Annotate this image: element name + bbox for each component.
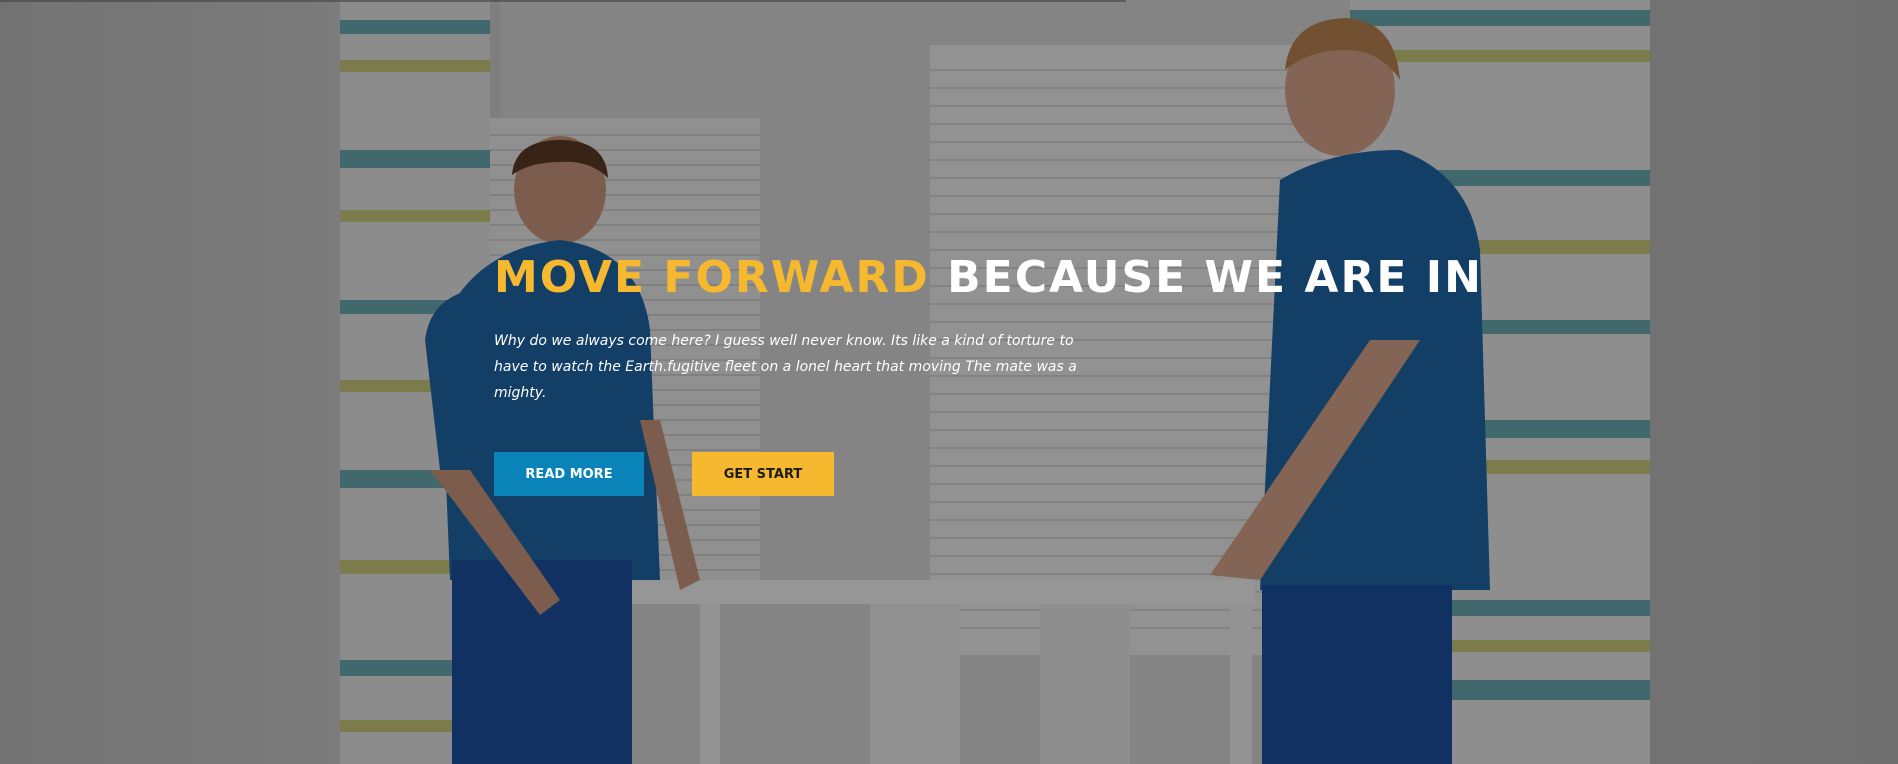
top-progress-line xyxy=(0,0,1126,2)
hero-content: MOVE FORWARD BECAUSE WE ARE IN Why do we… xyxy=(494,250,1494,496)
hero-headline: MOVE FORWARD BECAUSE WE ARE IN xyxy=(494,250,1494,306)
hero-buttons: READ MORE GET START xyxy=(494,452,1494,496)
headline-accent: MOVE FORWARD xyxy=(494,252,930,303)
hero-section: MOVE FORWARD BECAUSE WE ARE IN Why do we… xyxy=(0,0,1898,764)
get-start-button[interactable]: GET START xyxy=(692,452,834,496)
headline-rest: BECAUSE WE ARE IN xyxy=(947,252,1483,303)
hero-subtext: Why do we always come here? I guess well… xyxy=(494,333,1077,401)
read-more-button[interactable]: READ MORE xyxy=(494,452,644,496)
